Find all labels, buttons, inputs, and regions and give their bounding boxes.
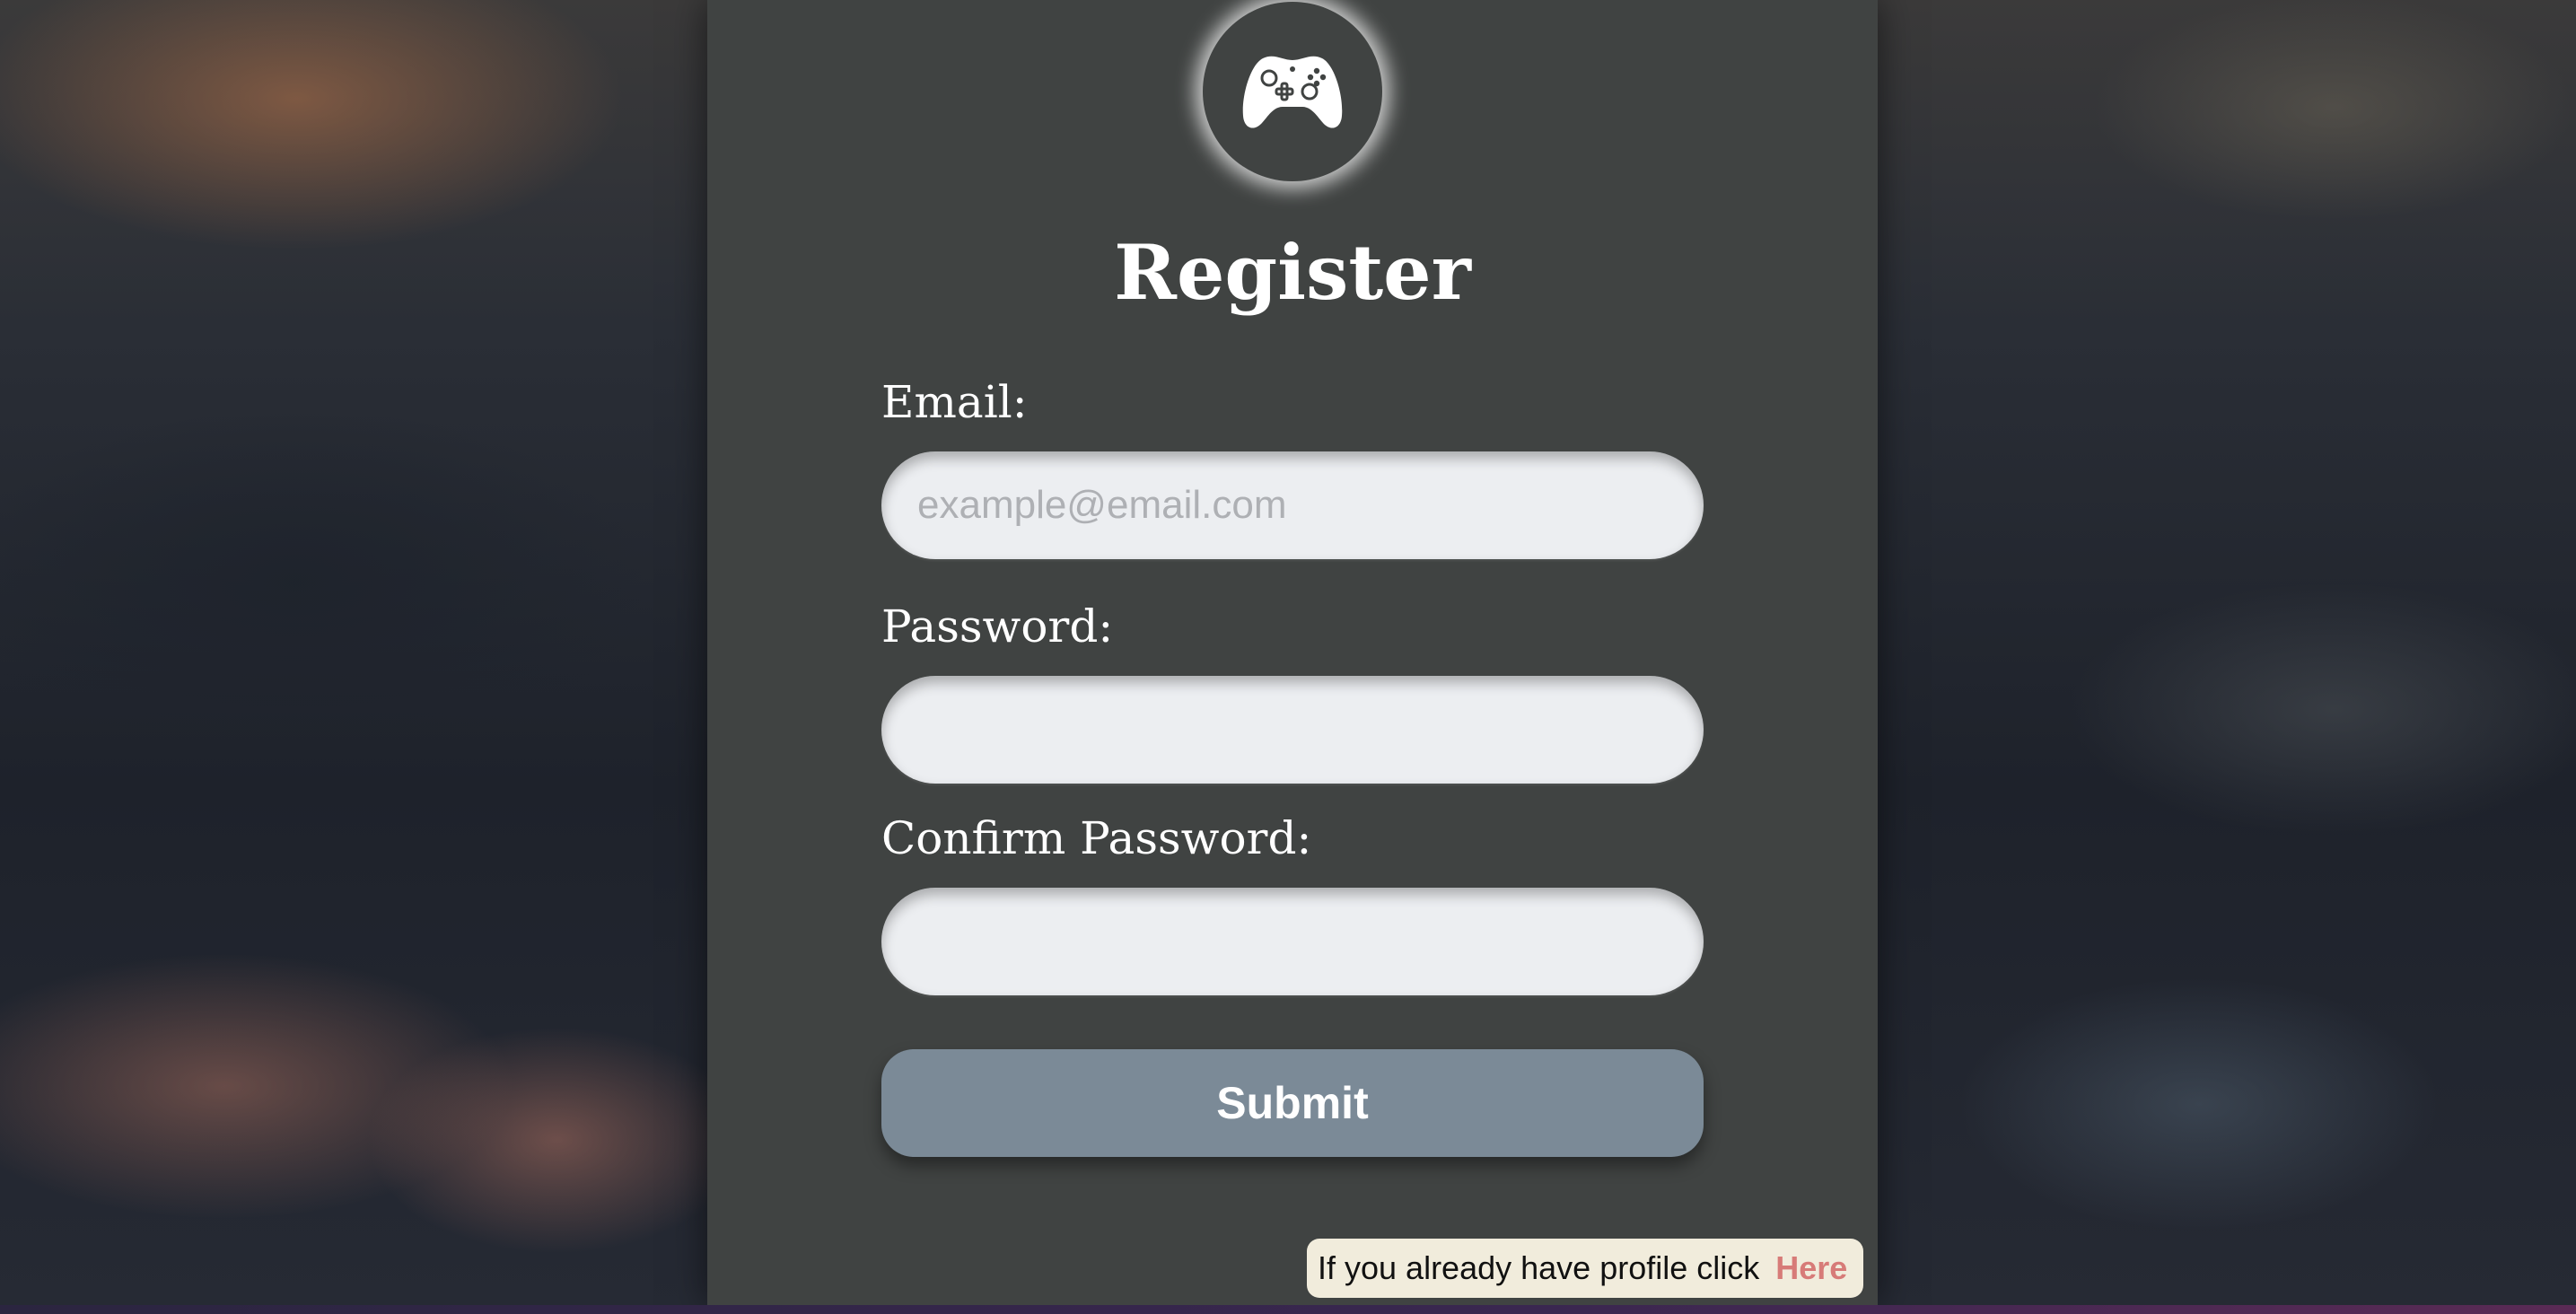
bottom-strip — [0, 1305, 2576, 1314]
confirm-password-label: Confirm Password: — [881, 812, 1312, 864]
password-label: Password: — [881, 600, 1114, 653]
login-prompt: If you already have profile click Here — [1307, 1239, 1864, 1298]
login-prompt-text: If you already have profile click — [1318, 1249, 1760, 1286]
submit-button[interactable]: Submit — [881, 1049, 1704, 1157]
confirm-password-field[interactable] — [881, 888, 1704, 995]
password-field[interactable] — [881, 676, 1704, 784]
email-label: Email: — [881, 376, 1028, 428]
page-title: Register — [1114, 228, 1471, 317]
gamepad-icon — [1242, 56, 1343, 128]
email-field[interactable] — [881, 451, 1704, 559]
login-link[interactable]: Here — [1775, 1249, 1847, 1287]
logo-badge — [1203, 2, 1382, 181]
